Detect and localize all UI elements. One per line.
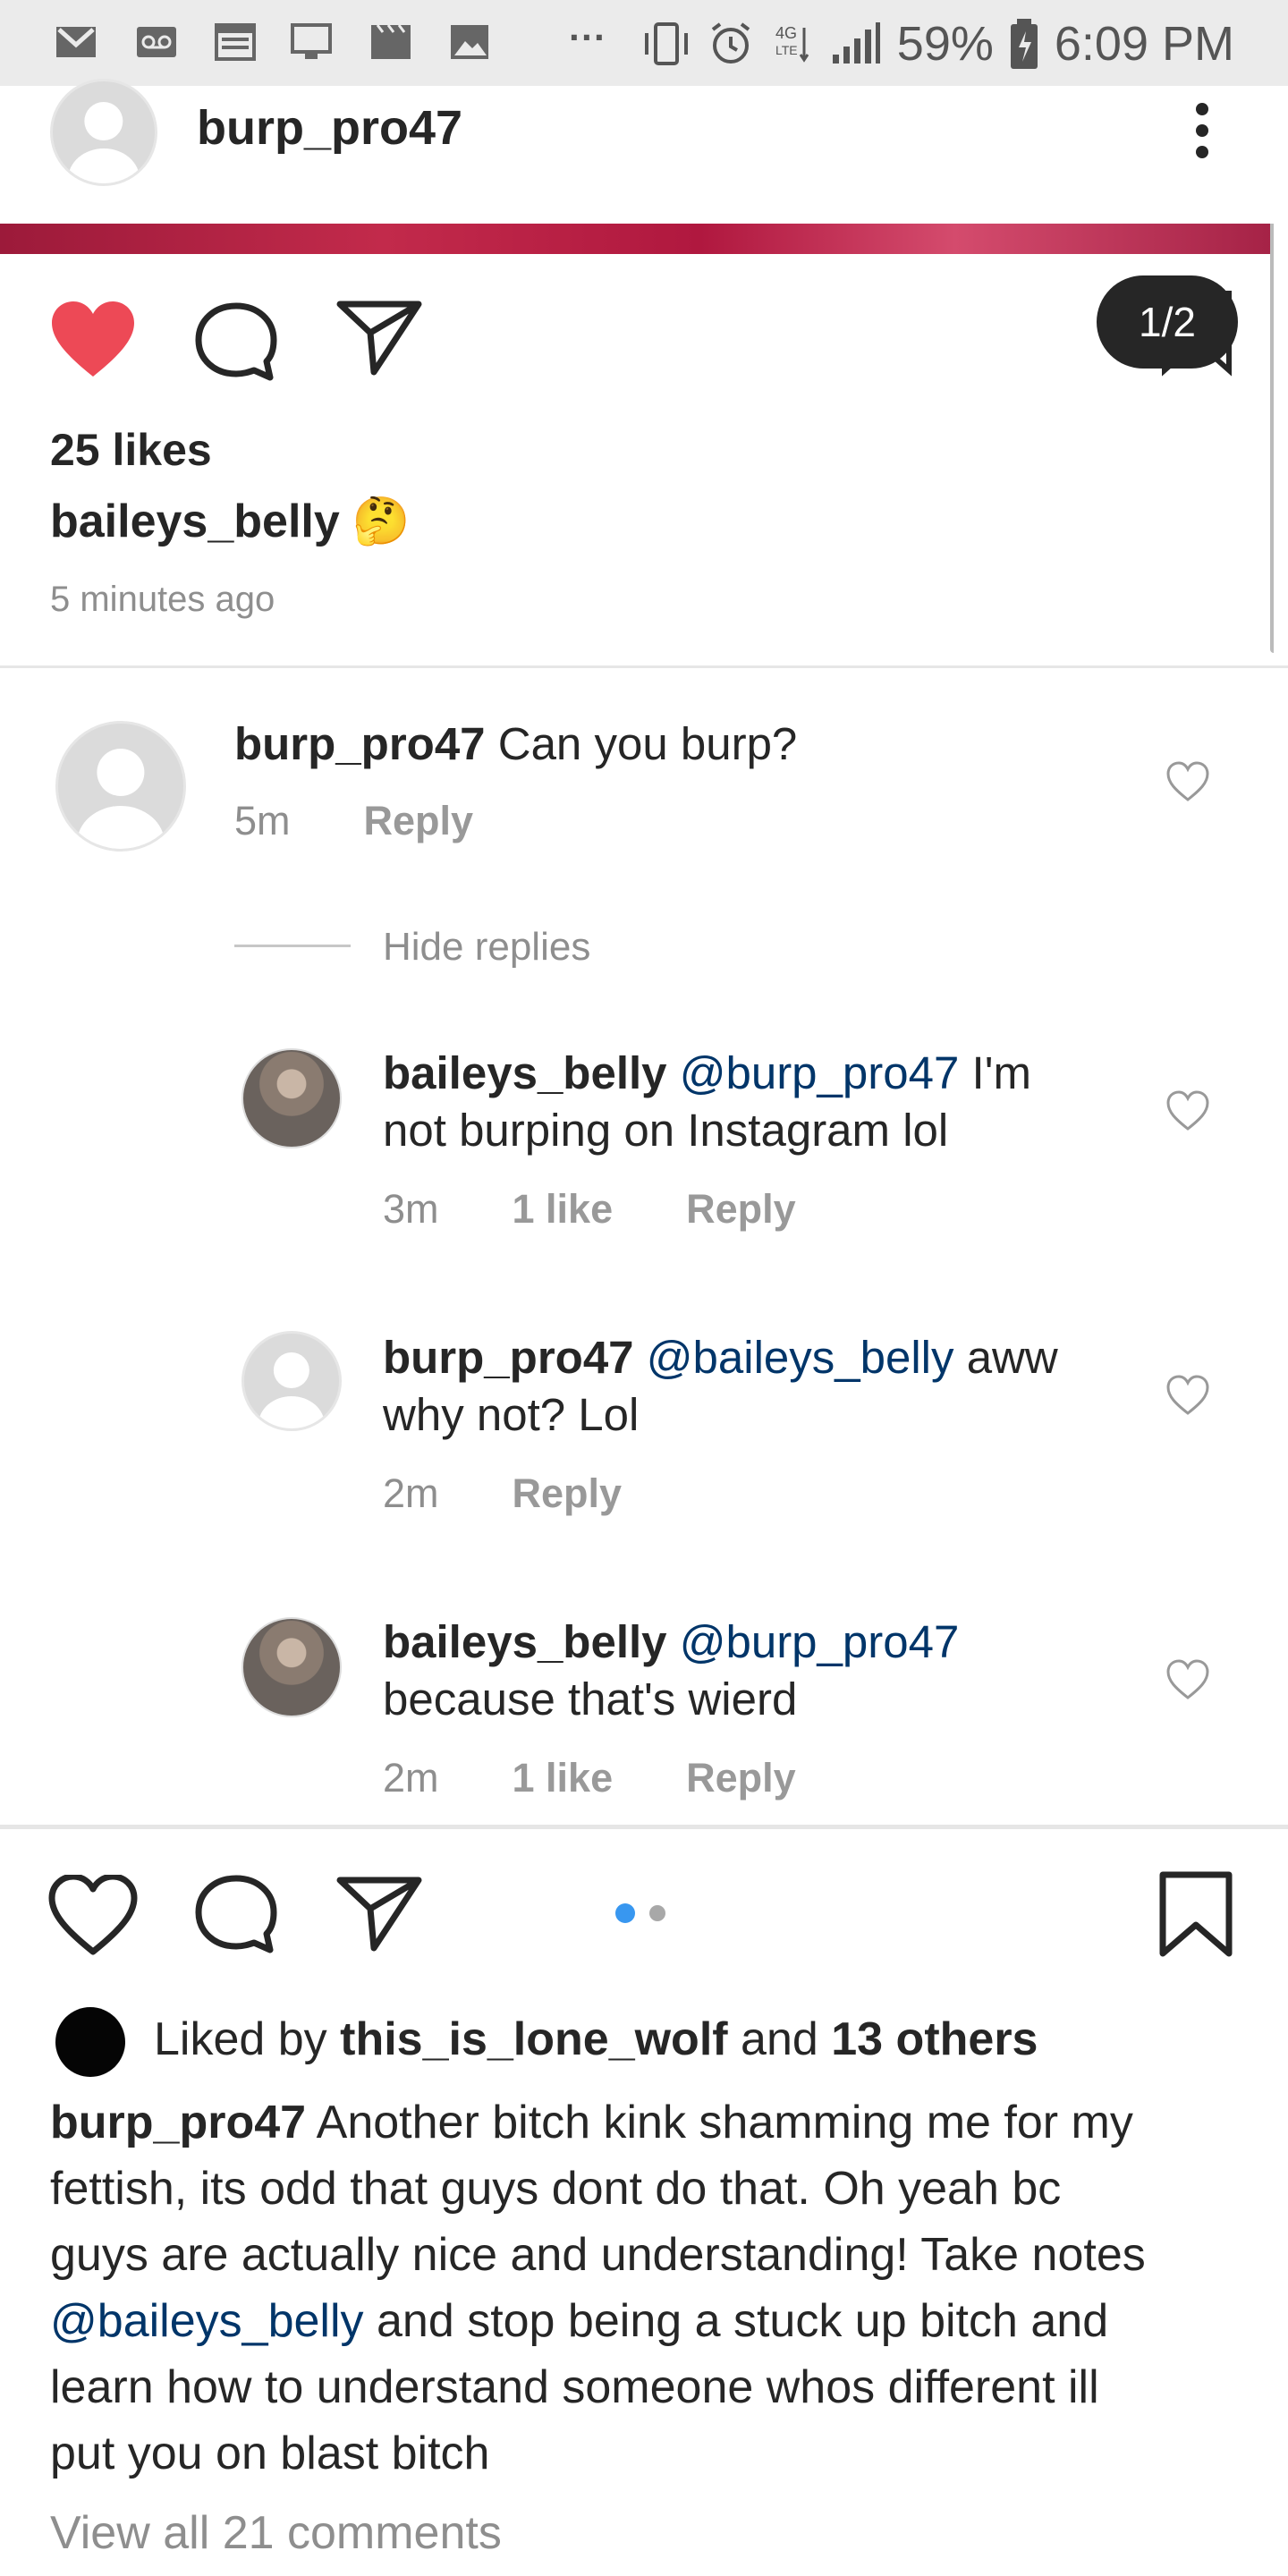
- bookmark-icon[interactable]: [1157, 1869, 1234, 1959]
- reply-mention[interactable]: @baileys_belly: [647, 1332, 954, 1383]
- post-caption: burp_pro47 Another bitch kink shamming m…: [50, 2089, 1258, 2487]
- view-all-comments-link[interactable]: View all 21 comments: [50, 2506, 502, 2560]
- like-heart-icon[interactable]: [1165, 1088, 1211, 1134]
- caption-line: Another bitch kink shamming me for my: [316, 2097, 1133, 2148]
- svg-text:4G: 4G: [775, 24, 797, 42]
- reply-button[interactable]: Reply: [686, 1755, 796, 1801]
- like-heart-icon[interactable]: [1165, 758, 1211, 805]
- alarm-icon: [711, 22, 750, 64]
- caption-line: guys are actually nice and understanding…: [50, 2229, 1146, 2281]
- screen-icon: [291, 23, 332, 59]
- svg-text:LTE: LTE: [775, 43, 798, 57]
- clock: 6:09 PM: [1054, 17, 1234, 71]
- caption-username[interactable]: baileys_belly: [50, 495, 340, 548]
- caption-line: put you on blast bitch: [50, 2428, 490, 2479]
- caption-username[interactable]: burp_pro47: [50, 2097, 306, 2148]
- reply-time: 2m: [383, 1470, 439, 1516]
- lte-data-icon: 4GLTE: [775, 24, 809, 63]
- reply-username[interactable]: baileys_belly: [383, 1047, 667, 1098]
- reply-avatar[interactable]: [242, 1048, 342, 1148]
- reply-avatar[interactable]: [242, 1617, 342, 1717]
- reply-button[interactable]: Reply: [513, 1470, 623, 1517]
- share-icon[interactable]: [335, 297, 424, 377]
- comment-username[interactable]: burp_pro47: [234, 718, 486, 769]
- battery-icon: [1010, 19, 1038, 69]
- reply-meta: 2m Reply: [383, 1470, 622, 1517]
- reply-username[interactable]: burp_pro47: [383, 1332, 634, 1383]
- heart-filled-icon[interactable]: [48, 300, 138, 380]
- vibrate-icon: [644, 22, 688, 65]
- caption-line: learn how to understand someone whos dif…: [50, 2361, 1099, 2413]
- reply-username[interactable]: baileys_belly: [383, 1616, 667, 1667]
- reply-time: 3m: [383, 1186, 439, 1232]
- signal-icon: [832, 22, 880, 64]
- comment-time: 5m: [234, 798, 291, 843]
- gmail-icon: [56, 27, 96, 57]
- comment-avatar[interactable]: [55, 721, 186, 852]
- status-bar: ··· 4G LTE 59% 6:09 PM: [0, 0, 1288, 86]
- voicemail-icon: [137, 27, 176, 57]
- reply-text: baileys_belly @burp_pro47 because that's…: [383, 1614, 959, 1728]
- more-options-icon[interactable]: [1184, 98, 1220, 163]
- reply-mention[interactable]: @burp_pro47: [680, 1047, 960, 1098]
- reply-text: baileys_belly @burp_pro47 I'm not burpin…: [383, 1045, 1031, 1159]
- like-heart-icon[interactable]: [1165, 1372, 1211, 1419]
- header-username[interactable]: burp_pro47: [197, 100, 462, 156]
- embedded-screenshot-bottom-border: [0, 1825, 1288, 1829]
- reply-body-line: why not? Lol: [383, 1389, 640, 1440]
- carousel-dot-active: [615, 1903, 635, 1923]
- liked-by: Liked by this_is_lone_wolf and 13 others: [154, 2012, 1038, 2066]
- video-clapper-icon: [371, 24, 411, 59]
- reply-avatar[interactable]: [242, 1331, 342, 1431]
- divider: [0, 665, 1288, 668]
- reply-body-part: I'm: [971, 1047, 1031, 1098]
- more-notifications: ···: [569, 16, 606, 58]
- comment-icon[interactable]: [193, 301, 279, 383]
- battery-percent: 59%: [896, 17, 994, 71]
- comment-icon[interactable]: [193, 1873, 279, 1955]
- post-timestamp: 5 minutes ago: [50, 580, 275, 619]
- comment-meta: 5m Reply: [234, 798, 473, 844]
- like-icon[interactable]: [48, 1875, 138, 1957]
- reply-body-line: because that's wierd: [383, 1674, 798, 1724]
- liked-by-others[interactable]: 13 others: [831, 2013, 1038, 2065]
- reply-meta: 2m 1 like Reply: [383, 1755, 796, 1801]
- reply-body-part: aww: [966, 1332, 1058, 1383]
- status-icons: 4G LTE 59% 6:09 PM: [641, 13, 1234, 75]
- reply-likes[interactable]: 1 like: [513, 1755, 614, 1801]
- caption-line: and stop being a stuck up bitch and: [376, 2295, 1109, 2347]
- comment-text: burp_pro47 Can you burp?: [234, 716, 797, 773]
- thinking-emoji: 🤔: [352, 496, 411, 547]
- reply-button[interactable]: Reply: [686, 1186, 796, 1233]
- reply-likes[interactable]: 1 like: [513, 1186, 614, 1233]
- hide-replies-button[interactable]: Hide replies: [383, 925, 590, 970]
- calendar-icon: [215, 23, 256, 61]
- liked-by-prefix: Liked by: [154, 2013, 327, 2065]
- caption-mention[interactable]: @baileys_belly: [50, 2295, 364, 2347]
- caption-line: fettish, its odd that guys dont do that.…: [50, 2163, 1062, 2215]
- carousel-dot: [649, 1905, 665, 1921]
- reply-text: burp_pro47 @baileys_belly aww why not? L…: [383, 1329, 1058, 1444]
- like-heart-icon[interactable]: [1165, 1657, 1211, 1703]
- reply-mention[interactable]: @burp_pro47: [680, 1616, 960, 1667]
- liked-by-and: and: [741, 2013, 818, 2065]
- share-icon[interactable]: [335, 1873, 424, 1953]
- reply-body-line: not burping on Instagram lol: [383, 1105, 949, 1156]
- image-counter-badge: 1/2: [1097, 275, 1238, 369]
- post-image-strip: [0, 224, 1274, 254]
- hide-replies-line: [234, 945, 351, 947]
- post-image-edge: [1270, 224, 1274, 653]
- reply-meta: 3m 1 like Reply: [383, 1186, 796, 1233]
- gallery-icon: [451, 25, 488, 59]
- reply-time: 2m: [383, 1755, 439, 1801]
- reply-button[interactable]: Reply: [364, 798, 474, 844]
- liker-avatar[interactable]: [55, 2007, 125, 2077]
- header-avatar[interactable]: [50, 79, 157, 186]
- liked-by-username[interactable]: this_is_lone_wolf: [340, 2013, 727, 2065]
- comment-body: Can you burp?: [497, 718, 798, 769]
- likes-count[interactable]: 25 likes: [50, 424, 212, 476]
- caption-row: baileys_belly 🤔: [50, 494, 411, 548]
